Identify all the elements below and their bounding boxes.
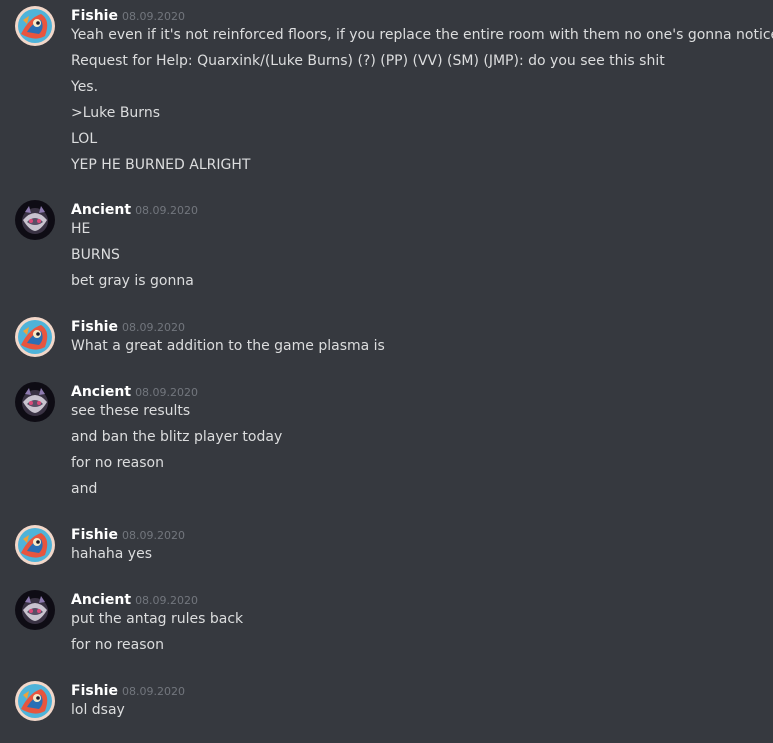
- message-lines: hahaha yes: [71, 546, 152, 567]
- message-text: lol dsay: [71, 702, 125, 718]
- message-text: >Luke Burns: [71, 105, 160, 121]
- message-text: HE: [71, 221, 91, 237]
- message-lines: Yeah even if it's not reinforced floors,…: [71, 27, 773, 178]
- message-text: LOL: [71, 131, 98, 147]
- fishie-avatar-icon[interactable]: [15, 6, 55, 46]
- message-text: Request for Help: Quarxink/(Luke Burns) …: [71, 53, 665, 69]
- message-lines: HE BURNS bet gray is gonna: [71, 221, 194, 294]
- message-list: Fishie 08.09.2020 Yeah even if it's not r…: [0, 0, 773, 743]
- message-text: for no reason: [71, 455, 164, 471]
- message-text: Yeah even if it's not reinforced floors,…: [71, 27, 773, 43]
- ancient-avatar-icon[interactable]: [15, 200, 55, 240]
- fishie-avatar-icon[interactable]: [15, 681, 55, 721]
- message-text: see these results: [71, 403, 191, 419]
- timestamp: 08.09.2020: [121, 685, 185, 698]
- message-text: for no reason: [71, 637, 164, 653]
- ancient-avatar-icon[interactable]: [15, 590, 55, 630]
- message-text: put the antag rules back: [71, 611, 244, 627]
- message-lines: put the antag rules back for no reason: [71, 611, 243, 658]
- message-lines: What a great addition to the game plasma…: [71, 338, 385, 359]
- message-text: bet gray is gonna: [71, 273, 194, 289]
- message-text: What a great addition to the game plasma…: [71, 338, 385, 354]
- message-lines: lol dsay: [71, 702, 125, 723]
- message-text: Yes.: [71, 79, 99, 95]
- ancient-avatar-icon[interactable]: [15, 382, 55, 422]
- message-text: hahaha yes: [71, 546, 152, 562]
- fishie-avatar-icon[interactable]: [15, 317, 55, 357]
- fishie-avatar-icon[interactable]: [15, 525, 55, 565]
- message-text: BURNS: [71, 247, 120, 263]
- message-text: and: [71, 481, 98, 497]
- message-lines: see these results and ban the blitz play…: [71, 403, 283, 502]
- message-text: and ban the blitz player today: [71, 429, 283, 445]
- message-text: YEP HE BURNED ALRIGHT: [71, 157, 251, 173]
